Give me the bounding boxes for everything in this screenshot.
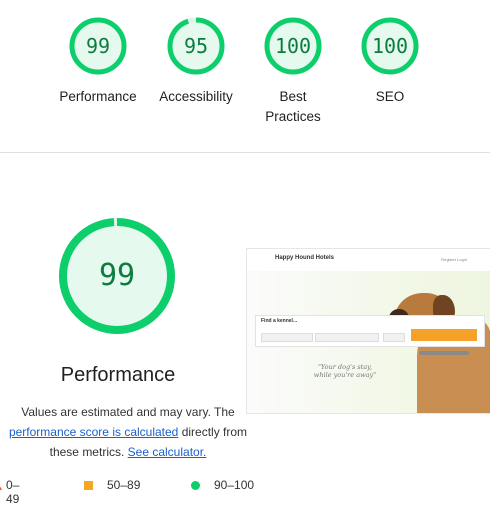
- thumbnail-field: [315, 333, 379, 342]
- performance-score-value: 99: [98, 258, 136, 293]
- legend-range: 0–49: [6, 478, 20, 506]
- thumbnail-search-button: [411, 329, 477, 341]
- score-value: 100: [371, 34, 409, 58]
- score-ring: 99: [68, 16, 128, 76]
- gauge-label: Performance: [59, 89, 137, 104]
- gauge-label: SEO: [375, 89, 405, 104]
- description-text: Values are estimated and may vary. The: [21, 405, 235, 419]
- dog-collar: [419, 351, 469, 355]
- performance-description: Values are estimated and may vary. The p…: [0, 402, 260, 462]
- gauge-accessibility[interactable]: 95 Accessibility: [148, 16, 244, 107]
- triangle-icon: [0, 481, 2, 490]
- gauge-label: Accessibility: [159, 89, 233, 104]
- thumbnail-logo: Happy Hound Hotels: [275, 255, 335, 261]
- performance-score-gauge: 99: [57, 216, 177, 336]
- score-ring: 100: [360, 16, 420, 76]
- thumbnail-find-label: Find a kennel...: [261, 318, 298, 324]
- legend-range: 50–89: [107, 478, 141, 492]
- section-divider: [0, 152, 490, 153]
- score-value: 95: [183, 34, 209, 58]
- score-value: 99: [85, 34, 111, 58]
- score-calculated-link[interactable]: performance score is calculated: [9, 425, 178, 439]
- quote-line: "Your dog's stay,: [317, 363, 373, 371]
- score-ring: 100: [263, 16, 323, 76]
- thumbnail-nav: Register Login: [441, 257, 467, 262]
- category-scores: 99 Performance 95 Accessibility 100 Best…: [0, 0, 490, 155]
- legend-range: 90–100: [214, 478, 255, 492]
- score-ring: 95: [166, 16, 226, 76]
- score-legend: 0–49 50–89 90–100: [0, 478, 300, 506]
- quote-line: while you're away": [313, 371, 377, 379]
- score-value: 100: [274, 34, 312, 58]
- thumbnail-field: [261, 333, 313, 342]
- square-icon: [84, 481, 93, 490]
- gauge-performance[interactable]: 99 Performance: [50, 16, 146, 107]
- thumbnail-quote: "Your dog's stay, while you're away": [305, 363, 385, 379]
- thumbnail-field: [383, 333, 405, 342]
- thumbnail-header: Happy Hound Hotels Register Login: [247, 249, 490, 271]
- see-calculator-link[interactable]: See calculator.: [128, 445, 207, 459]
- gauge-label: Best Practices: [265, 89, 321, 124]
- gauge-best-practices[interactable]: 100 Best Practices: [245, 16, 341, 127]
- page-screenshot-thumbnail[interactable]: Happy Hound Hotels Register Login Find a…: [246, 248, 490, 414]
- performance-title: Performance: [60, 364, 176, 386]
- circle-icon: [191, 481, 200, 490]
- gauge-seo[interactable]: 100 SEO: [342, 16, 438, 107]
